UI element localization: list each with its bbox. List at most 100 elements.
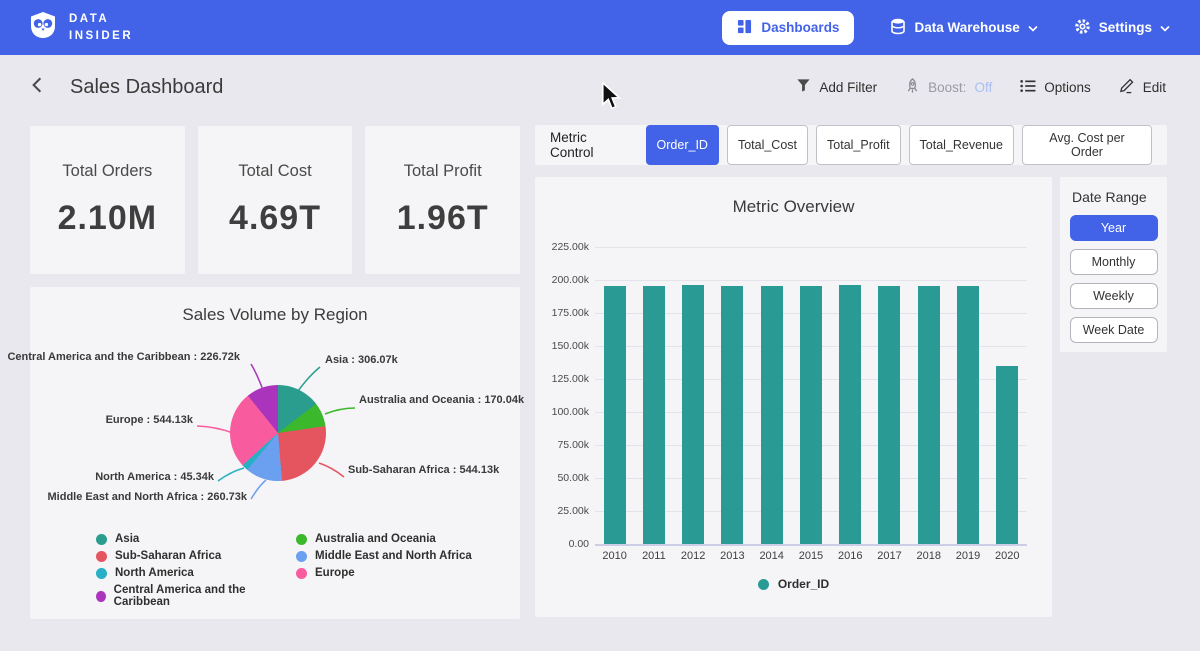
legend-label: Asia bbox=[115, 533, 139, 545]
pie-leader-line bbox=[218, 468, 244, 481]
gear-icon bbox=[1074, 18, 1091, 38]
legend-item-europe[interactable]: Europe bbox=[296, 567, 472, 579]
boost-toggle[interactable]: Boost:Off bbox=[905, 78, 992, 97]
legend-dot bbox=[96, 551, 107, 562]
bar-2013[interactable] bbox=[721, 286, 743, 544]
chevron-down-icon bbox=[1160, 20, 1170, 35]
sales-volume-pie-card: Sales Volume by Region Asia : 306.07k Aus… bbox=[30, 287, 520, 619]
legend-label: Europe bbox=[315, 567, 355, 579]
dashboard-grid-icon bbox=[737, 19, 752, 37]
pie-label-australia-and-oceania: Australia and Oceania : 170.04k bbox=[359, 394, 524, 406]
legend-item-middle-east-and-north-africa[interactable]: Middle East and North Africa bbox=[296, 550, 472, 562]
bar-chart-legend[interactable]: Order_ID bbox=[535, 577, 1052, 591]
metric-chip-avg-cost-per-order[interactable]: Avg. Cost per Order bbox=[1022, 125, 1152, 165]
metric-control-bar: Metric Control Order_IDTotal_CostTotal_P… bbox=[535, 125, 1167, 165]
legend-label: Central America and the Caribbean bbox=[114, 584, 282, 608]
legend-item-australia-and-oceania[interactable]: Australia and Oceania bbox=[296, 533, 472, 545]
x-axis-labels: 2010201120122013201420152016201720182019… bbox=[595, 550, 1027, 562]
pie-label-europe: Europe : 544.13k bbox=[106, 414, 193, 426]
kpi-card-total-profit: Total Profit 1.96T bbox=[365, 126, 520, 274]
x-axis-tick: 2015 bbox=[791, 550, 830, 562]
bar-2014[interactable] bbox=[761, 286, 783, 544]
x-axis-tick: 2020 bbox=[988, 550, 1027, 562]
top-navbar: DATA INSIDER Dashboards Da bbox=[0, 0, 1200, 55]
metric-chip-total-profit[interactable]: Total_Profit bbox=[816, 125, 901, 165]
bar-2019[interactable] bbox=[957, 286, 979, 544]
date-range-week-date[interactable]: Week Date bbox=[1070, 317, 1158, 343]
metric-overview-chart-card: Metric Overview 225.00k200.00k175.00k150… bbox=[535, 177, 1052, 617]
options-button[interactable]: Options bbox=[1020, 79, 1091, 96]
legend-item-central-america-and-the-caribbean[interactable]: Central America and the Caribbean bbox=[96, 584, 282, 608]
bar-chart-plot: 225.00k200.00k175.00k150.00k125.00k100.0… bbox=[595, 247, 1027, 544]
settings-menu[interactable]: Settings bbox=[1074, 18, 1170, 38]
dashboards-button[interactable]: Dashboards bbox=[722, 11, 854, 45]
y-axis-tick: 200.00k bbox=[539, 274, 589, 286]
kpi-value: 4.69T bbox=[229, 199, 321, 238]
metric-chip-order-id[interactable]: Order_ID bbox=[646, 125, 719, 165]
date-range-buttons: Year Monthly Weekly Week Date bbox=[1060, 215, 1167, 343]
pie-chart[interactable] bbox=[230, 385, 326, 481]
legend-item-asia[interactable]: Asia bbox=[96, 533, 282, 545]
back-button[interactable] bbox=[30, 76, 44, 99]
x-axis-tick: 2018 bbox=[909, 550, 948, 562]
brand-name: DATA INSIDER bbox=[69, 11, 133, 43]
metric-control-label: Metric Control bbox=[550, 130, 634, 160]
data-warehouse-menu[interactable]: Data Warehouse bbox=[890, 18, 1037, 38]
legend-dot bbox=[96, 591, 106, 602]
bar-2017[interactable] bbox=[878, 286, 900, 544]
legend-label: North America bbox=[115, 567, 194, 579]
brand: DATA INSIDER bbox=[28, 10, 133, 45]
legend-dot bbox=[296, 568, 307, 579]
kpi-value: 1.96T bbox=[397, 199, 489, 238]
date-range-monthly[interactable]: Monthly bbox=[1070, 249, 1158, 275]
date-range-label: Date Range bbox=[1072, 189, 1167, 205]
x-axis-tick: 2013 bbox=[713, 550, 752, 562]
legend-item-north-america[interactable]: North America bbox=[96, 567, 282, 579]
pie-leader-line bbox=[325, 408, 355, 414]
page-header: Sales Dashboard Add Filter Boost:Off bbox=[0, 55, 1200, 119]
pie-leader-line bbox=[251, 364, 263, 390]
x-axis-tick: 2011 bbox=[634, 550, 673, 562]
date-range-weekly[interactable]: Weekly bbox=[1070, 283, 1158, 309]
legend-item-sub-saharan-africa[interactable]: Sub-Saharan Africa bbox=[96, 550, 282, 562]
bar-2011[interactable] bbox=[643, 286, 665, 544]
kpi-label: Total Orders bbox=[62, 162, 152, 181]
x-axis-tick: 2014 bbox=[752, 550, 791, 562]
add-filter-button[interactable]: Add Filter bbox=[796, 78, 877, 96]
kpi-label: Total Cost bbox=[238, 162, 311, 181]
owl-logo-icon bbox=[28, 10, 58, 45]
edit-button[interactable]: Edit bbox=[1119, 78, 1166, 97]
x-axis-tick: 2017 bbox=[870, 550, 909, 562]
bar-2018[interactable] bbox=[918, 286, 940, 544]
legend-label: Middle East and North Africa bbox=[315, 550, 472, 562]
pie-leader-line bbox=[319, 463, 344, 477]
legend-dot bbox=[296, 551, 307, 562]
bar-2010[interactable] bbox=[604, 286, 626, 544]
bars-row bbox=[595, 247, 1027, 544]
settings-label: Settings bbox=[1099, 20, 1152, 35]
kpi-card-total-orders: Total Orders 2.10M bbox=[30, 126, 185, 274]
x-axis-tick: 2010 bbox=[595, 550, 634, 562]
database-icon bbox=[890, 18, 906, 38]
pie-legend-column: Australia and Oceania Middle East and Nor… bbox=[296, 533, 472, 608]
metric-chip-list: Order_IDTotal_CostTotal_ProfitTotal_Reve… bbox=[646, 125, 1152, 165]
pie-label-asia: Asia : 306.07k bbox=[325, 354, 398, 366]
pie-label-sub-saharan-africa: Sub-Saharan Africa : 544.13k bbox=[348, 464, 499, 476]
metric-chip-total-cost[interactable]: Total_Cost bbox=[727, 125, 808, 165]
pie-legend-column: Asia Sub-Saharan Africa North America Centr… bbox=[96, 533, 282, 608]
x-axis-tick: 2016 bbox=[831, 550, 870, 562]
dashboards-label: Dashboards bbox=[761, 20, 839, 35]
pie-label-central-america-and-the-caribbean: Central America and the Caribbean : 226.… bbox=[7, 351, 240, 363]
pie-leader-line bbox=[197, 426, 233, 433]
pie-chart-title: Sales Volume by Region bbox=[30, 305, 520, 325]
bar-2015[interactable] bbox=[800, 286, 822, 544]
bar-2016[interactable] bbox=[839, 285, 861, 545]
y-axis-tick: 25.00k bbox=[539, 505, 589, 517]
pie-legend: Asia Sub-Saharan Africa North America Centr… bbox=[96, 533, 472, 608]
bar-2012[interactable] bbox=[682, 285, 704, 545]
date-range-year[interactable]: Year bbox=[1070, 215, 1158, 241]
bar-2020[interactable] bbox=[996, 366, 1018, 544]
legend-dot bbox=[296, 534, 307, 545]
page-title: Sales Dashboard bbox=[70, 76, 223, 99]
metric-chip-total-revenue[interactable]: Total_Revenue bbox=[909, 125, 1014, 165]
